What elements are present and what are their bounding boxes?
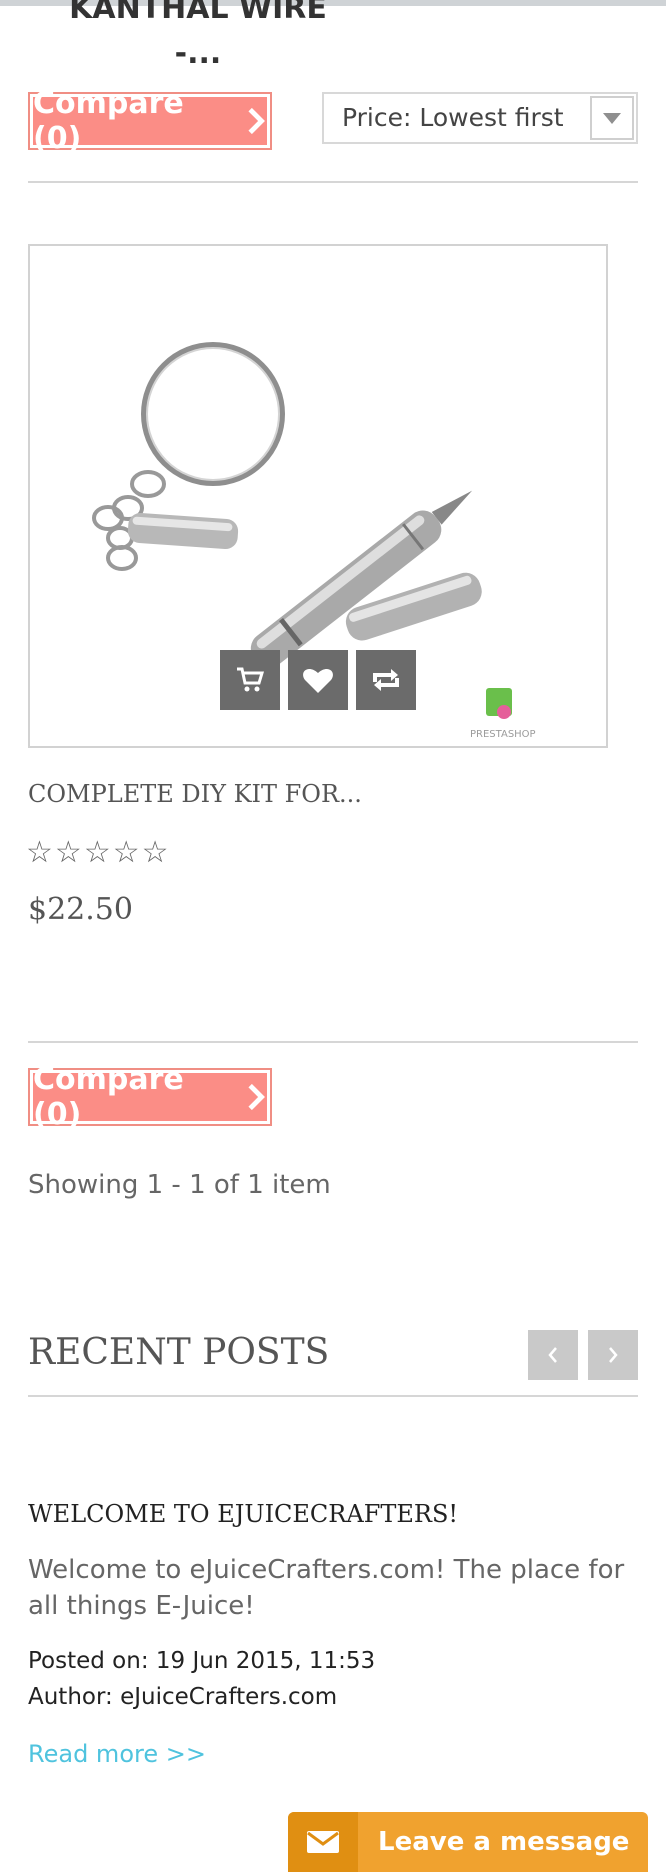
chevron-left-icon: [548, 1347, 557, 1363]
add-to-cart-button[interactable]: [220, 650, 280, 710]
heart-icon: [303, 669, 333, 693]
envelope-icon: [288, 1812, 358, 1872]
chevron-right-icon: [248, 1084, 265, 1110]
post-title-link[interactable]: WELCOME TO EJUICECRAFTERS!: [28, 1500, 458, 1528]
wishlist-button[interactable]: [288, 650, 348, 710]
compare-arrows-icon: [373, 669, 399, 691]
pagination-summary: Showing 1 - 1 of 1 item: [28, 1170, 331, 1200]
next-post-button[interactable]: [588, 1330, 638, 1380]
product-image-frame[interactable]: PRESTASHOP: [28, 244, 608, 748]
divider: [28, 1041, 638, 1043]
divider: [28, 181, 638, 183]
product-title-line1[interactable]: KANTHAL WIRE: [28, 0, 368, 28]
sort-select-value: Price: Lowest first: [342, 103, 564, 132]
product-name-link[interactable]: COMPLETE DIY KIT FOR...: [28, 780, 362, 808]
add-to-compare-button[interactable]: [356, 650, 416, 710]
compare-label: Compare (0): [33, 86, 184, 156]
cart-icon: [237, 667, 265, 692]
sort-select[interactable]: Price: Lowest first: [322, 92, 638, 144]
post-date: Posted on: 19 Jun 2015, 11:53: [28, 1648, 376, 1674]
post-author: Author: eJuiceCrafters.com: [28, 1684, 338, 1710]
rating-stars: ☆ ☆ ☆ ☆ ☆: [26, 836, 169, 870]
product-price: $22.50: [28, 892, 133, 927]
compare-label: Compare (0): [33, 1062, 184, 1132]
recent-posts-heading: RECENT POSTS: [28, 1332, 330, 1373]
post-excerpt: Welcome to eJuiceCrafters.com! The place…: [28, 1555, 625, 1621]
star-empty-icon: ☆: [83, 836, 111, 869]
prev-post-button[interactable]: [528, 1330, 578, 1380]
leave-message-label: Leave a message: [378, 1827, 630, 1857]
star-empty-icon: ☆: [141, 836, 169, 869]
read-more-link[interactable]: Read more >>: [28, 1740, 206, 1768]
star-empty-icon: ☆: [112, 836, 140, 869]
chevron-right-icon: [248, 108, 265, 134]
product-title-line2[interactable]: -...: [28, 35, 368, 73]
chevron-down-icon[interactable]: [590, 96, 634, 140]
watermark-text: PRESTASHOP: [470, 729, 536, 740]
divider: [28, 1395, 638, 1397]
leave-message-button[interactable]: Leave a message: [288, 1812, 648, 1872]
star-empty-icon: ☆: [26, 836, 53, 869]
chevron-right-icon: [609, 1347, 618, 1363]
compare-button-bottom[interactable]: Compare (0): [28, 1062, 272, 1132]
compare-button[interactable]: Compare (0): [28, 86, 272, 156]
star-empty-icon: ☆: [54, 836, 82, 869]
